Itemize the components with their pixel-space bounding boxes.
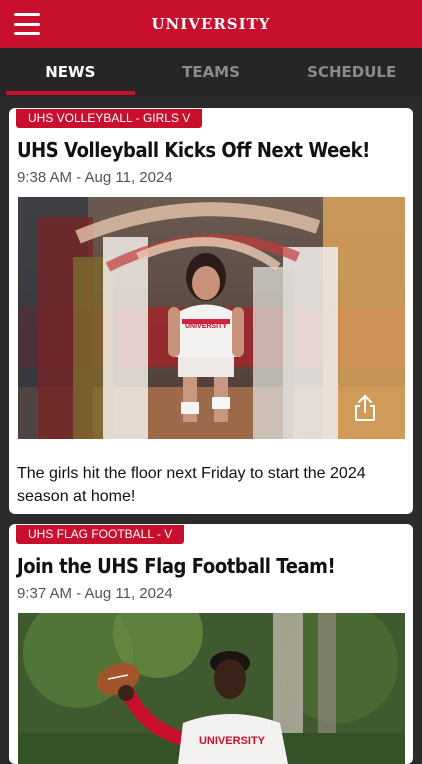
category-badge: UHS VOLLEYBALL - GIRLS V [16, 109, 203, 128]
news-timestamp: 9:37 AM - Aug 11, 2024 [17, 585, 173, 602]
app-header: UNIVERSITY [0, 0, 422, 48]
category-badge: UHS FLAG FOOTBALL - V [16, 525, 185, 544]
hamburger-menu-icon[interactable] [14, 13, 40, 35]
jersey-lettering: UNIVERSITY [199, 735, 266, 747]
flag-football-photo[interactable]: UNIVERSITY [18, 613, 405, 764]
tab-teams[interactable]: TEAMS [141, 48, 282, 96]
app-title: UNIVERSITY [151, 15, 271, 33]
news-headline[interactable]: UHS Volleyball Kicks Off Next Week! [17, 138, 370, 162]
jersey-lettering: UNIVERSITY [185, 323, 227, 330]
tab-schedule[interactable]: SCHEDULE [281, 48, 422, 96]
news-headline[interactable]: Join the UHS Flag Football Team! [17, 554, 366, 578]
tab-news[interactable]: NEWS [0, 48, 141, 96]
news-card[interactable]: UHS FLAG FOOTBALL - V Join the UHS Flag … [9, 524, 413, 764]
share-icon[interactable] [347, 388, 383, 428]
news-timestamp: 9:38 AM - Aug 11, 2024 [17, 169, 173, 186]
news-card[interactable]: UHS VOLLEYBALL - GIRLS V UHS Volleyball … [9, 108, 413, 514]
news-description: The girls hit the floor next Friday to s… [17, 465, 366, 505]
tab-bar: NEWS TEAMS SCHEDULE [0, 48, 422, 96]
news-feed[interactable]: UHS VOLLEYBALL - GIRLS V UHS Volleyball … [0, 96, 422, 764]
